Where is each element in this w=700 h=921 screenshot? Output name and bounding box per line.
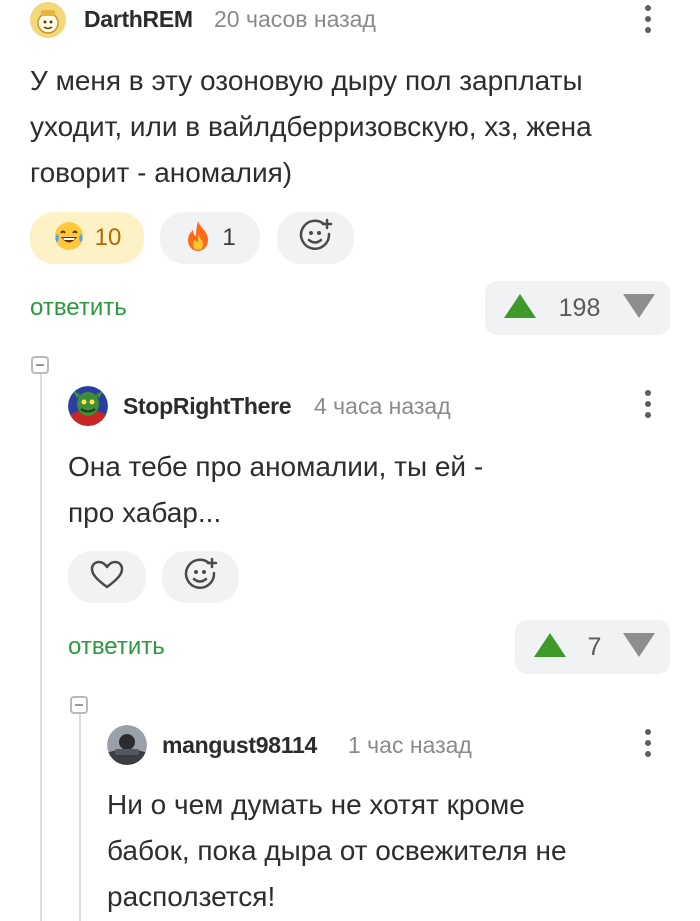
add-reaction-button[interactable] [277, 212, 354, 264]
fire-emoji-icon [184, 220, 212, 257]
collapse-thread-toggle[interactable] [31, 356, 49, 374]
downvote-arrow-icon[interactable] [622, 632, 656, 663]
rating-widget: 198 [485, 281, 670, 335]
comment-text: Она тебе про аномалии, ты ей - про хабар… [68, 451, 484, 528]
comment-text: У меня в эту озоновую дыру пол зарплаты … [30, 65, 592, 188]
more-options-icon[interactable] [644, 390, 652, 423]
reaction-button-laughing[interactable]: 10 [30, 212, 144, 264]
more-options-icon[interactable] [644, 5, 652, 38]
downvote-arrow-icon[interactable] [622, 293, 656, 324]
reply-link[interactable]: ответить [30, 294, 127, 322]
comment-time: 1 час назад [348, 732, 472, 758]
rating-value: 198 [558, 293, 601, 322]
comment-time: 4 часа назад [314, 393, 451, 419]
thread-line-level-2 [79, 712, 81, 921]
comment-text: Ни о чем думать не хотят кроме бабок, по… [107, 789, 567, 912]
upvote-arrow-icon[interactable] [503, 293, 537, 324]
comment-time: 20 часов назад [214, 6, 376, 32]
avatar[interactable] [107, 725, 147, 765]
upvote-arrow-icon[interactable] [533, 632, 567, 663]
add-emoji-icon [183, 557, 219, 598]
username[interactable]: mangust98114 [162, 732, 317, 759]
reaction-button-fire[interactable]: 1 [160, 212, 260, 264]
avatar[interactable] [68, 386, 108, 426]
avatar-image [68, 386, 108, 426]
reply-link[interactable]: ответить [68, 633, 165, 661]
rating-value: 7 [587, 632, 602, 661]
laughing-tears-emoji-icon [53, 220, 85, 257]
reaction-count: 10 [94, 224, 122, 251]
avatar-image [107, 725, 147, 765]
thread-line-level-1 [40, 372, 42, 921]
username[interactable]: StopRightThere [123, 393, 292, 420]
like-button[interactable] [68, 551, 146, 603]
username[interactable]: DarthREM [84, 6, 193, 33]
avatar[interactable] [30, 2, 66, 38]
collapse-thread-toggle[interactable] [70, 696, 88, 714]
add-emoji-icon [298, 218, 334, 259]
avatar-image [30, 2, 66, 38]
rating-widget: 7 [515, 620, 670, 674]
heart-icon [90, 560, 124, 595]
more-options-icon[interactable] [644, 729, 652, 762]
reaction-count: 1 [222, 224, 236, 251]
add-reaction-button[interactable] [162, 551, 239, 603]
